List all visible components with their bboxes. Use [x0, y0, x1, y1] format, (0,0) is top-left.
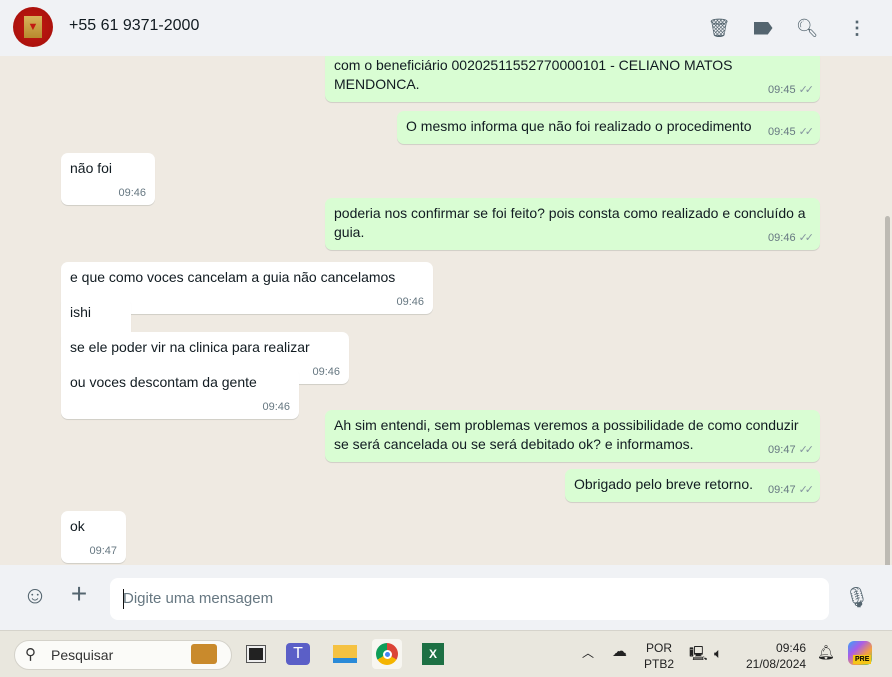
show-hidden-icons[interactable]: ︿: [582, 645, 594, 661]
message-text: não foi: [70, 160, 113, 176]
message-in: ou voces descontam da gente 09:46: [61, 367, 299, 419]
message-text: poderia nos confirmar se foi feito? pois…: [334, 205, 806, 240]
message-input[interactable]: Digite uma mensagem: [110, 578, 829, 620]
message-time: 09:46: [312, 366, 340, 378]
message-time: 09:47 ✓✓: [768, 484, 815, 496]
chat-header: ▼ +55 61 9371-2000 🗑 🔍︎ ⋮: [0, 0, 892, 56]
search-label: Pesquisar: [51, 647, 114, 663]
attach-plus-icon[interactable]: +: [65, 578, 93, 610]
message-text: com o beneficiário 00202511552770000101 …: [334, 57, 733, 92]
double-check-icon: ✓✓: [798, 126, 815, 138]
message-out: Obrigado pelo breve retorno. 09:47 ✓✓: [565, 469, 820, 502]
message-list: com o beneficiário 00202511552770000101 …: [0, 56, 892, 565]
volume-icon[interactable]: 🔈︎: [714, 645, 722, 661]
message-text: Ah sim entendi, sem problemas veremos a …: [334, 417, 799, 452]
taskbar: ⚲ Pesquisar T X ︿ ☁ POR PTB2 🖳 🔈︎ 09:46 21/…: [0, 630, 892, 677]
message-time: 09:46: [262, 401, 290, 413]
message-text: se ele poder vir na clinica para realiza…: [70, 339, 310, 355]
message-out: poderia nos confirmar se foi feito? pois…: [325, 198, 820, 250]
search-icon[interactable]: 🔍︎: [795, 16, 819, 40]
message-text: O mesmo informa que não foi realizado o …: [406, 118, 752, 134]
network-icon[interactable]: 🖳: [689, 645, 708, 661]
contact-avatar[interactable]: ▼: [13, 7, 53, 47]
language-indicator[interactable]: POR PTB2: [644, 640, 674, 672]
message-out: O mesmo informa que não foi realizado o …: [397, 111, 820, 144]
teams-icon[interactable]: T: [286, 643, 310, 665]
message-time: 09:46 ✓✓: [768, 232, 815, 244]
onedrive-offline-icon[interactable]: ☁: [612, 644, 627, 660]
search-icon: ⚲: [25, 646, 36, 663]
message-out: com o beneficiário 00202511552770000101 …: [325, 56, 820, 102]
taskbar-search[interactable]: ⚲ Pesquisar: [14, 640, 232, 670]
double-check-icon: ✓✓: [798, 232, 815, 244]
message-in: não foi 09:46: [61, 153, 155, 205]
briefcase-icon: [191, 644, 217, 664]
message-in: ok 09:47: [61, 511, 126, 563]
double-check-icon: ✓✓: [798, 84, 815, 96]
message-time: 09:46: [396, 296, 424, 308]
archive-icon[interactable]: 🗑: [707, 16, 731, 40]
composer: ☺ + Digite uma mensagem 🎙︎: [0, 565, 892, 630]
message-text: ok: [70, 518, 85, 534]
message-time: 09:45 ✓✓: [768, 126, 815, 138]
emoji-icon[interactable]: ☺: [21, 582, 49, 610]
excel-icon[interactable]: X: [418, 639, 448, 669]
message-out: Ah sim entendi, sem problemas veremos a …: [325, 410, 820, 462]
task-view-icon[interactable]: [241, 639, 271, 669]
menu-icon[interactable]: ⋮: [845, 16, 869, 40]
message-text: Obrigado pelo breve retorno.: [574, 476, 753, 492]
double-check-icon: ✓✓: [798, 484, 815, 496]
message-text: ou voces descontam da gente: [70, 374, 257, 390]
message-time: 09:46: [118, 187, 146, 199]
scrollbar[interactable]: [885, 216, 890, 565]
copilot-icon[interactable]: PRE: [848, 641, 872, 665]
double-check-icon: ✓✓: [798, 444, 815, 456]
notification-bell-icon[interactable]: 🔔︎: [817, 644, 835, 660]
label-icon[interactable]: [751, 16, 775, 40]
message-text: e que como voces cancelam a guia não can…: [70, 269, 396, 285]
message-text: ishi: [70, 304, 92, 320]
file-explorer-icon[interactable]: [330, 639, 360, 669]
message-time: 09:47: [89, 545, 117, 557]
microphone-icon[interactable]: 🎙︎: [843, 585, 871, 610]
chrome-icon[interactable]: [372, 639, 402, 669]
message-time: 09:47 ✓✓: [768, 444, 815, 456]
contact-name[interactable]: +55 61 9371-2000: [69, 17, 199, 35]
clock[interactable]: 09:46 21/08/2024: [746, 640, 806, 672]
message-time: 09:45 ✓✓: [768, 84, 815, 96]
tooth-logo-icon: ▼: [24, 16, 42, 38]
